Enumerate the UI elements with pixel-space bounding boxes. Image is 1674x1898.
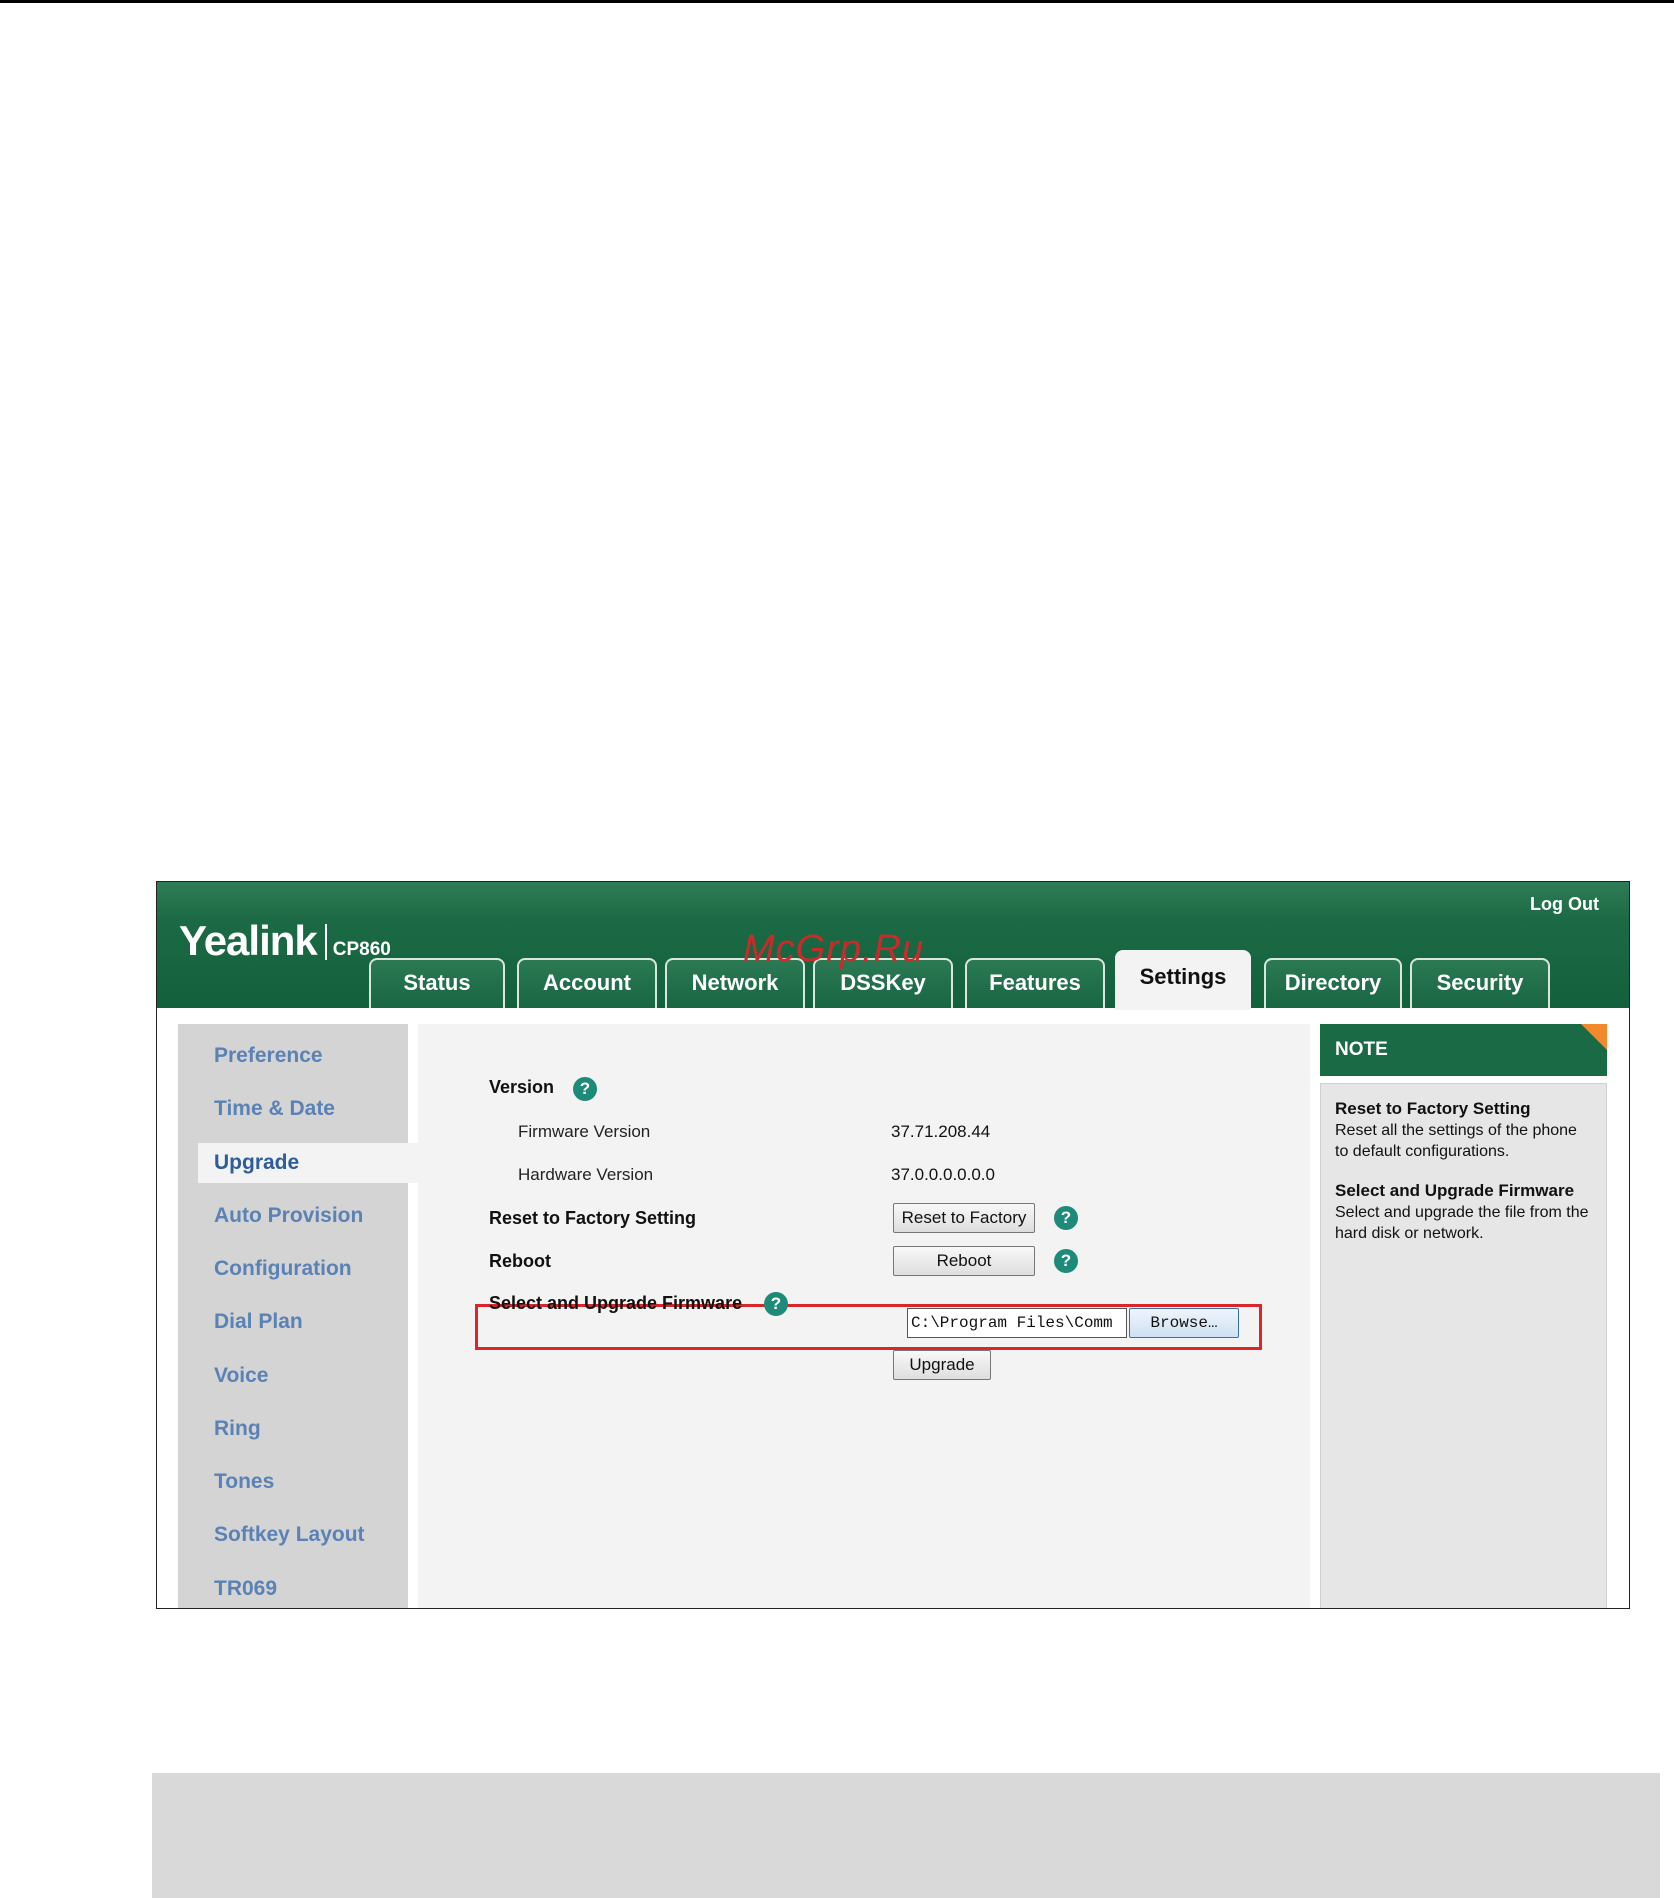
firmware-file-input[interactable]: C:\Program Files\Comm <box>907 1308 1127 1338</box>
note-item-text: Select and upgrade the file from the har… <box>1335 1204 1589 1242</box>
firmware-help-icon[interactable]: ? <box>764 1292 788 1316</box>
version-heading: Version <box>489 1077 555 1097</box>
reboot-help-icon[interactable]: ? <box>1054 1249 1078 1273</box>
sidebar-nav: Preference Time & Date Upgrade Auto Prov… <box>178 1024 422 1608</box>
note-header: NOTE <box>1320 1024 1607 1076</box>
sidebar-item-voice[interactable]: Voice <box>178 1356 408 1396</box>
sidebar-item-preference[interactable]: Preference <box>178 1036 408 1076</box>
sidebar-item-upgrade[interactable]: Upgrade <box>198 1143 422 1183</box>
browse-button[interactable]: Browse… <box>1129 1308 1239 1338</box>
sidebar-item-ring[interactable]: Ring <box>178 1409 408 1449</box>
tab-status[interactable]: Status <box>369 958 505 1008</box>
watermark: McGrp.Ru <box>743 928 925 970</box>
sidebar-item-tones[interactable]: Tones <box>178 1462 408 1502</box>
upgrade-panel: Version ? Firmware Version 37.71.208.44 … <box>418 1024 1310 1608</box>
firmware-version-label: Firmware Version <box>518 1122 651 1141</box>
reset-factory-label: Reset to Factory Setting <box>489 1208 697 1228</box>
reset-help-icon[interactable]: ? <box>1054 1206 1078 1230</box>
bottom-gray-band <box>152 1773 1660 1898</box>
hardware-version-value: 37.0.0.0.0.0.0 <box>891 1165 995 1184</box>
sidebar-item-time-date[interactable]: Time & Date <box>178 1089 408 1129</box>
top-rule <box>0 0 1674 3</box>
tab-settings[interactable]: Settings <box>1115 950 1251 1010</box>
note-item-title: Reset to Factory Setting <box>1335 1099 1531 1118</box>
note-corner-icon <box>1581 1024 1607 1050</box>
note-body: Reset to Factory Setting Reset all the s… <box>1320 1083 1607 1608</box>
tab-account[interactable]: Account <box>517 958 657 1008</box>
reboot-label: Reboot <box>489 1251 551 1271</box>
note-item-text: Reset all the settings of the phone to d… <box>1335 1122 1577 1160</box>
sidebar-item-tr069[interactable]: TR069 <box>178 1569 408 1608</box>
sidebar-item-configuration[interactable]: Configuration <box>178 1249 408 1289</box>
reboot-button[interactable]: Reboot <box>893 1246 1035 1276</box>
note-title: NOTE <box>1335 1039 1388 1060</box>
note-item-title: Select and Upgrade Firmware <box>1335 1181 1575 1200</box>
web-ui-screenshot: Yealink CP860 Log Out Status Account Net… <box>156 881 1630 1609</box>
tab-directory[interactable]: Directory <box>1264 958 1402 1008</box>
hardware-version-label: Hardware Version <box>518 1165 654 1184</box>
sidebar-item-auto-provision[interactable]: Auto Provision <box>178 1196 408 1236</box>
version-help-icon[interactable]: ? <box>573 1077 597 1101</box>
reset-to-factory-button[interactable]: Reset to Factory <box>893 1203 1035 1233</box>
tab-features[interactable]: Features <box>965 958 1105 1008</box>
sidebar-item-softkey-layout[interactable]: Softkey Layout <box>178 1515 408 1555</box>
sidebar-item-dial-plan[interactable]: Dial Plan <box>178 1302 408 1342</box>
upgrade-button[interactable]: Upgrade <box>893 1350 991 1380</box>
select-upgrade-firmware-label: Select and Upgrade Firmware <box>489 1293 743 1313</box>
firmware-version-value: 37.71.208.44 <box>891 1122 991 1141</box>
tab-security[interactable]: Security <box>1410 958 1550 1008</box>
